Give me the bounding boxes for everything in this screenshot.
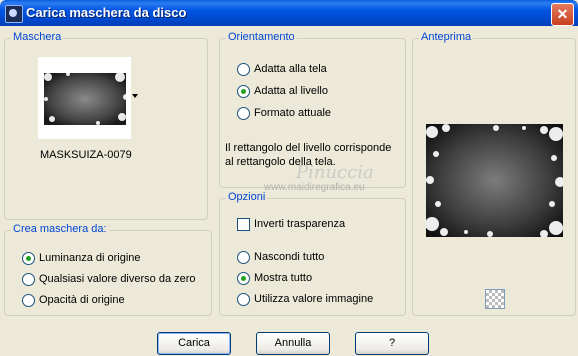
mask-legend: Maschera (11, 31, 64, 43)
watermark-name: Pinuccia (296, 162, 374, 183)
mask-dropdown-arrow-icon[interactable] (132, 94, 138, 98)
create-mask-legend: Crea maschera da: (11, 223, 109, 235)
radio-opacity-label: Opacità di origine (39, 294, 125, 306)
radio-luminance-label: Luminanza di origine (39, 252, 141, 264)
radio-use-image-value[interactable]: Utilizza valore immagine (237, 291, 373, 307)
checkerboard-toggle-icon[interactable] (485, 289, 505, 309)
title-bar[interactable]: Carica maschera da disco ✕ (0, 0, 578, 26)
radio-dot (237, 106, 250, 120)
radio-fit-layer[interactable]: Adatta al livello (237, 83, 328, 99)
preview-image (425, 124, 565, 238)
radio-use-image-value-label: Utilizza valore immagine (254, 293, 374, 305)
radio-fit-layer-label: Adatta al livello (254, 85, 328, 97)
watermark-url: www.maidiregrafica.eu (264, 182, 365, 193)
radio-hide-all[interactable]: Nascondi tutto (237, 249, 324, 265)
window-title: Carica maschera da disco (26, 5, 187, 20)
radio-dot (22, 251, 35, 265)
radio-dot (22, 293, 35, 307)
app-icon (5, 5, 23, 23)
radio-dot (237, 292, 250, 306)
radio-opacity[interactable]: Opacità di origine (22, 292, 125, 308)
checkbox-box (237, 217, 250, 231)
mask-thumbnail-image (44, 72, 129, 125)
radio-dot (22, 272, 35, 286)
radio-show-all-label: Mostra tutto (254, 272, 313, 284)
radio-dot (237, 271, 250, 285)
preview-legend: Anteprima (419, 31, 474, 43)
checkbox-invert-transparency[interactable]: Inverti trasparenza (237, 216, 345, 232)
close-button[interactable]: ✕ (551, 3, 574, 26)
options-legend: Opzioni (226, 191, 268, 203)
radio-dot (237, 62, 250, 76)
radio-current-size-label: Formato attuale (254, 107, 332, 119)
radio-luminance[interactable]: Luminanza di origine (22, 250, 141, 266)
radio-dot (237, 250, 250, 264)
help-button[interactable]: ? (355, 332, 429, 355)
load-button[interactable]: Carica (157, 332, 231, 355)
radio-dot (237, 84, 250, 98)
orientation-legend: Orientamento (226, 31, 297, 43)
mask-thumbnail[interactable] (38, 57, 131, 139)
radio-nonzero-label: Qualsiasi valore diverso da zero (39, 273, 196, 285)
radio-fit-canvas-label: Adatta alla tela (254, 63, 327, 75)
radio-show-all[interactable]: Mostra tutto (237, 270, 312, 286)
radio-nonzero[interactable]: Qualsiasi valore diverso da zero (22, 271, 196, 287)
checkbox-invert-label: Inverti trasparenza (254, 218, 346, 230)
orientation-description-line1: Il rettangolo del livello corrisponde (225, 142, 392, 154)
radio-fit-canvas[interactable]: Adatta alla tela (237, 61, 327, 77)
radio-current-size[interactable]: Formato attuale (237, 105, 331, 121)
mask-name: MASKSUIZA-0079 (40, 149, 132, 161)
cancel-button[interactable]: Annulla (256, 332, 330, 355)
radio-hide-all-label: Nascondi tutto (254, 251, 325, 263)
preview-image-graphic (425, 124, 565, 238)
